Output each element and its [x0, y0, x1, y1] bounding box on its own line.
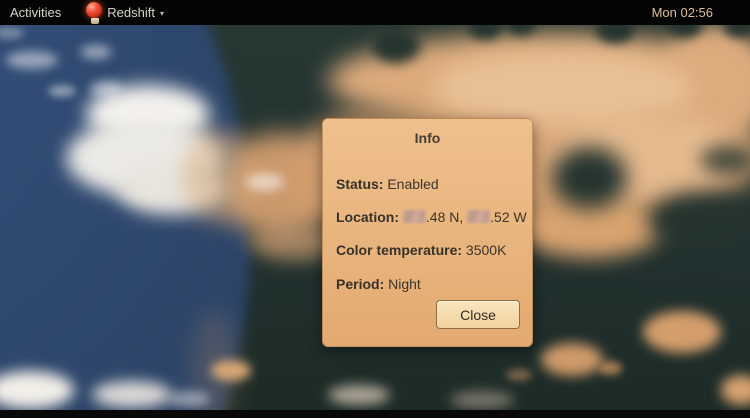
temperature-row: Color temperature: 3500K	[336, 242, 506, 258]
temperature-label: Color temperature:	[336, 242, 462, 258]
redacted-latitude	[403, 210, 426, 223]
bulb-base	[91, 18, 99, 24]
location-lat-suffix: .48 N,	[426, 209, 463, 225]
redshift-info-dialog: Info Status: Enabled Location: .48 N, .5…	[322, 118, 533, 347]
location-lon-suffix: .52 W	[490, 209, 527, 225]
period-value: Night	[388, 276, 421, 292]
status-row: Status: Enabled	[336, 176, 439, 192]
period-row: Period: Night	[336, 276, 421, 292]
cloud-wisp	[246, 173, 284, 191]
cloud-puff	[643, 311, 721, 353]
sky-gap	[372, 29, 420, 63]
cloud-white-warm-edge	[183, 128, 257, 224]
activities-button[interactable]: Activities	[10, 0, 61, 25]
chevron-down-icon: ▾	[160, 9, 164, 18]
temperature-value: 3500K	[466, 242, 506, 258]
cloud-wisp	[328, 385, 390, 405]
cloud-white	[92, 381, 172, 408]
redshift-bulb-icon	[84, 1, 105, 24]
close-button[interactable]: Close	[436, 300, 520, 329]
app-menu-label: Redshift	[107, 5, 155, 20]
cloud-puff	[506, 369, 532, 381]
dialog-title: Info	[323, 130, 532, 146]
bottom-screen-strip	[0, 410, 750, 418]
period-label: Period:	[336, 276, 384, 292]
cloud-puff	[541, 343, 603, 376]
sky-gap	[700, 145, 750, 175]
cloud-wisp	[48, 85, 76, 97]
cloud-wisp	[90, 81, 122, 97]
status-value: Enabled	[387, 176, 438, 192]
cloud-wisp	[168, 391, 210, 407]
cloud-puff	[211, 360, 251, 381]
cloud-wisp	[450, 391, 514, 409]
bulb-glass	[86, 2, 102, 18]
sky-gap	[552, 147, 627, 209]
location-label: Location:	[336, 209, 399, 225]
location-row: Location: .48 N, .52 W	[336, 209, 527, 225]
clock[interactable]: Mon 02:56	[652, 0, 713, 25]
gnome-top-bar: Activities Redshift ▾ Mon 02:56	[0, 0, 750, 25]
status-label: Status:	[336, 176, 383, 192]
sky-gap	[648, 193, 750, 248]
cloud-wisp	[6, 51, 58, 69]
cloud-puff	[598, 361, 622, 375]
redacted-longitude	[467, 210, 490, 223]
cloud-wisp	[80, 45, 112, 59]
cloud-puff	[721, 375, 750, 405]
app-menu-redshift[interactable]: Redshift ▾	[84, 0, 164, 25]
